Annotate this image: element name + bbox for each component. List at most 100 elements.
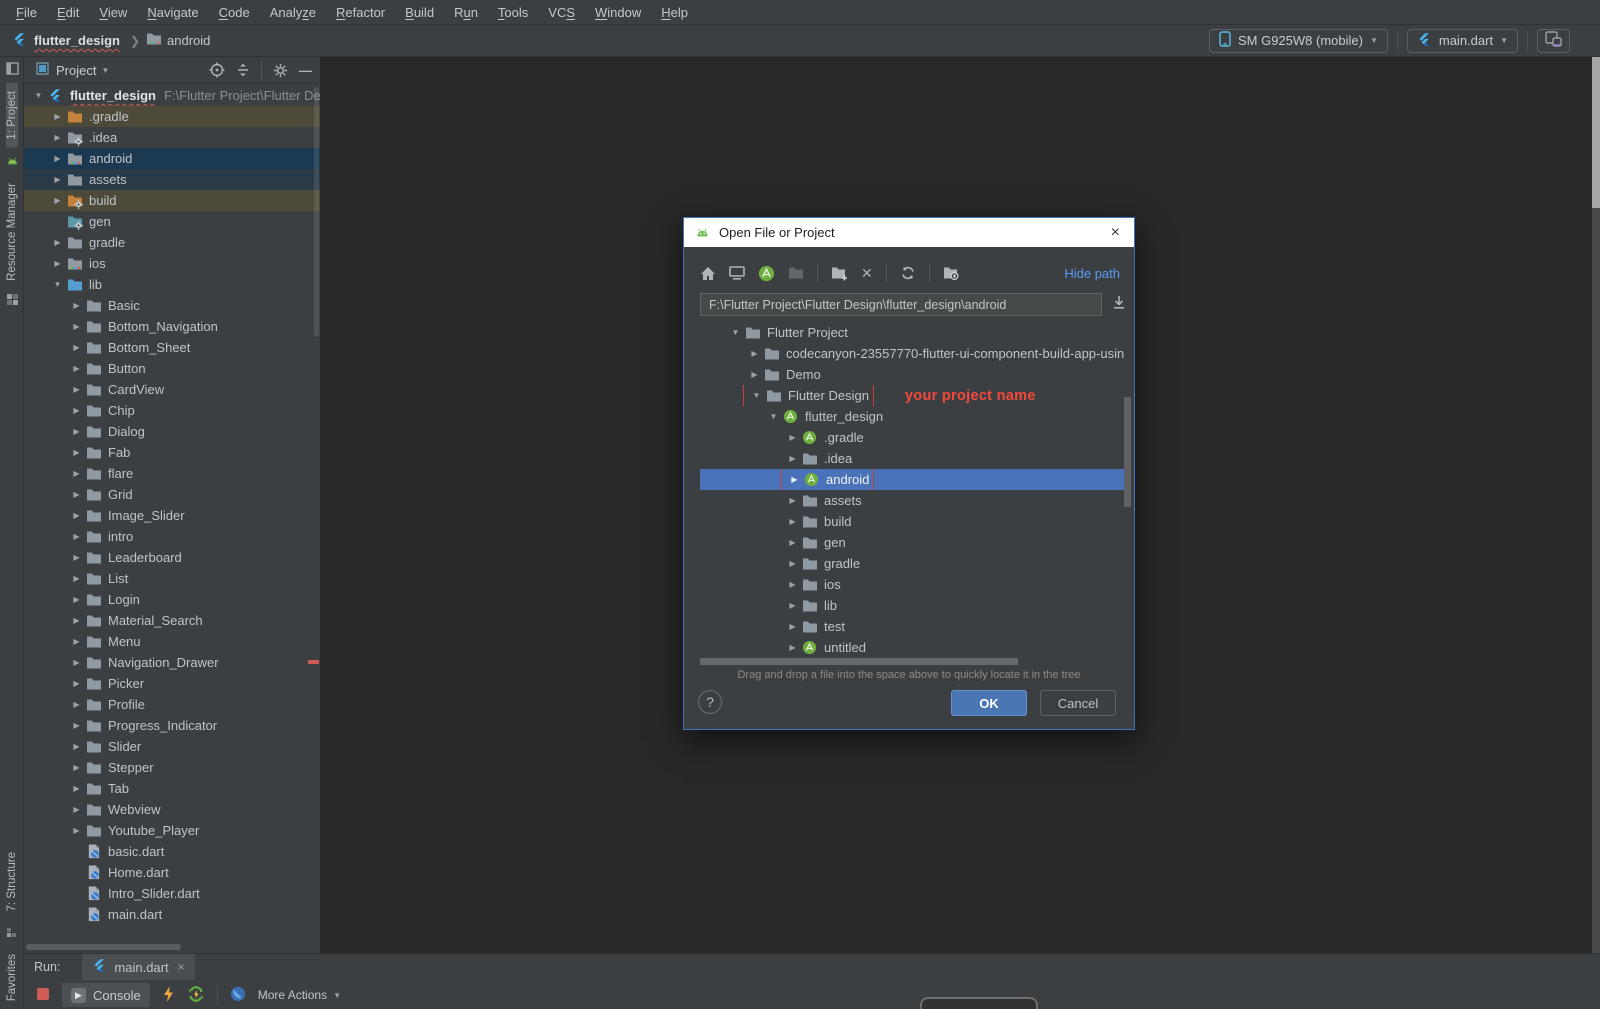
tree-row-gen[interactable]: ▶ gen <box>700 532 1130 553</box>
chevron-collapsed-icon[interactable]: ▶ <box>68 574 85 583</box>
horizontal-scrollbar[interactable] <box>700 658 1018 665</box>
chevron-collapsed-icon[interactable]: ▶ <box>68 490 85 499</box>
chevron-collapsed-icon[interactable]: ▶ <box>68 637 85 646</box>
tab-console[interactable]: ▶ Console <box>62 983 150 1007</box>
tree-row-slider[interactable]: ▶ Slider <box>24 736 320 757</box>
tree-row-intro[interactable]: ▶ intro <box>24 526 320 547</box>
collapse-all-icon[interactable] <box>236 63 250 77</box>
structure-icon[interactable] <box>6 920 19 946</box>
hide-path-link[interactable]: Hide path <box>1064 266 1120 281</box>
chevron-expanded-icon[interactable]: ▼ <box>49 280 66 289</box>
tree-row--gradle[interactable]: ▶ .gradle <box>700 427 1130 448</box>
menu-refactor[interactable]: Refactor <box>326 5 395 20</box>
tool-window-tab-favorites[interactable]: Favorites <box>6 946 18 1009</box>
chevron-collapsed-icon[interactable]: ▶ <box>49 175 66 184</box>
chevron-collapsed-icon[interactable]: ▶ <box>49 133 66 142</box>
tree-row-untitled[interactable]: ▶ untitled <box>700 637 1130 656</box>
path-history-icon[interactable] <box>1112 295 1126 313</box>
dart-devtools-icon[interactable] <box>230 986 246 1005</box>
hide-panel-icon[interactable]: — <box>299 63 312 78</box>
menu-vcs[interactable]: VCS <box>538 5 585 20</box>
chevron-collapsed-icon[interactable]: ▶ <box>68 364 85 373</box>
tree-row--gradle[interactable]: ▶ .gradle <box>24 106 320 127</box>
chevron-collapsed-icon[interactable]: ▶ <box>784 454 801 463</box>
chevron-collapsed-icon[interactable]: ▶ <box>786 475 803 484</box>
chevron-collapsed-icon[interactable]: ▶ <box>68 595 85 604</box>
menu-view[interactable]: View <box>89 5 137 20</box>
chevron-collapsed-icon[interactable]: ▶ <box>784 559 801 568</box>
breadcrumb-node[interactable]: android <box>167 33 210 48</box>
chevron-collapsed-icon[interactable]: ▶ <box>784 622 801 631</box>
tree-row-codecanyon-23557770-flutter-ui-component-build-app-usin[interactable]: ▶ codecanyon-23557770-flutter-ui-componen… <box>700 343 1130 364</box>
tree-row-grid[interactable]: ▶ Grid <box>24 484 320 505</box>
desktop-icon[interactable] <box>729 265 745 281</box>
chevron-collapsed-icon[interactable]: ▶ <box>68 448 85 457</box>
run-tab-main-dart[interactable]: main.dart × <box>82 954 195 980</box>
android-bot-icon[interactable] <box>5 148 20 175</box>
tree-row-fab[interactable]: ▶ Fab <box>24 442 320 463</box>
tree-row-webview[interactable]: ▶ Webview <box>24 799 320 820</box>
tree-row-build[interactable]: ▶ build <box>24 190 320 211</box>
chevron-collapsed-icon[interactable]: ▶ <box>49 112 66 121</box>
tree-row-assets[interactable]: ▶ assets <box>24 169 320 190</box>
tool-window-tab-resource-manager[interactable]: Resource Manager <box>6 175 18 289</box>
tree-row-youtube-player[interactable]: ▶ Youtube_Player <box>24 820 320 841</box>
tree-row-lib[interactable]: ▼ lib <box>24 274 320 295</box>
tree-row-home-dart[interactable]: Home.dart <box>24 862 320 883</box>
tree-row-basic-dart[interactable]: basic.dart <box>24 841 320 862</box>
breadcrumb-project[interactable]: flutter_design <box>34 33 120 48</box>
menu-window[interactable]: Window <box>585 5 651 20</box>
tree-row-demo[interactable]: ▶ Demo <box>700 364 1130 385</box>
chevron-collapsed-icon[interactable]: ▶ <box>68 784 85 793</box>
chevron-collapsed-icon[interactable]: ▶ <box>784 580 801 589</box>
menu-file[interactable]: File <box>6 5 47 20</box>
chevron-collapsed-icon[interactable]: ▶ <box>68 406 85 415</box>
settings-gear-icon[interactable] <box>273 63 288 78</box>
vertical-scrollbar[interactable] <box>314 87 319 337</box>
tree-row-leaderboard[interactable]: ▶ Leaderboard <box>24 547 320 568</box>
path-input[interactable]: F:\Flutter Project\Flutter Design\flutte… <box>700 293 1102 316</box>
chevron-collapsed-icon[interactable]: ▶ <box>49 154 66 163</box>
tree-row-menu[interactable]: ▶ Menu <box>24 631 320 652</box>
chevron-collapsed-icon[interactable]: ▶ <box>68 616 85 625</box>
chevron-collapsed-icon[interactable]: ▶ <box>746 370 763 379</box>
project-panel-title[interactable]: Project <box>56 63 96 78</box>
stop-button[interactable] <box>36 987 50 1004</box>
tree-row-intro-slider-dart[interactable]: Intro_Slider.dart <box>24 883 320 904</box>
chevron-collapsed-icon[interactable]: ▶ <box>68 742 85 751</box>
tree-row-navigation-drawer[interactable]: ▶ Navigation_Drawer <box>24 652 320 673</box>
chevron-collapsed-icon[interactable]: ▶ <box>68 469 85 478</box>
tree-row-test[interactable]: ▶ test <box>700 616 1130 637</box>
help-button[interactable]: ? <box>698 690 722 714</box>
chevron-collapsed-icon[interactable]: ▶ <box>784 433 801 442</box>
tree-row-chip[interactable]: ▶ Chip <box>24 400 320 421</box>
chevron-collapsed-icon[interactable]: ▶ <box>68 532 85 541</box>
chevron-collapsed-icon[interactable]: ▶ <box>746 349 763 358</box>
tree-row-button[interactable]: ▶ Button <box>24 358 320 379</box>
tool-window-tab--structure[interactable]: 7: Structure <box>6 844 18 919</box>
dialog-title-bar[interactable]: Open File or Project × <box>684 218 1134 247</box>
menu-analyze[interactable]: Analyze <box>260 5 326 20</box>
tree-row-assets[interactable]: ▶ assets <box>700 490 1130 511</box>
tree-row-flutter-design[interactable]: ▼ flutter_design F:\Flutter Project\Flutte… <box>24 85 320 106</box>
chevron-collapsed-icon[interactable]: ▶ <box>68 343 85 352</box>
chevron-collapsed-icon[interactable]: ▶ <box>49 196 66 205</box>
horizontal-scrollbar[interactable] <box>26 944 181 950</box>
tree-row-ios[interactable]: ▶ ios <box>24 253 320 274</box>
close-icon[interactable]: × <box>1107 224 1124 242</box>
chevron-collapsed-icon[interactable]: ▶ <box>784 601 801 610</box>
chevron-expanded-icon[interactable]: ▼ <box>748 391 765 400</box>
chevron-collapsed-icon[interactable]: ▶ <box>784 538 801 547</box>
chevron-collapsed-icon[interactable]: ▶ <box>68 826 85 835</box>
new-folder-icon[interactable] <box>831 266 848 281</box>
menu-build[interactable]: Build <box>395 5 444 20</box>
tree-row-flutter-design[interactable]: ▼ Flutter Design your project name <box>700 385 1130 406</box>
chevron-down-icon[interactable]: ▼ <box>101 66 109 75</box>
tree-row-android[interactable]: ▶ android <box>24 148 320 169</box>
tree-row-basic[interactable]: ▶ Basic <box>24 295 320 316</box>
chevron-collapsed-icon[interactable]: ▶ <box>68 427 85 436</box>
tree-row-cardview[interactable]: ▶ CardView <box>24 379 320 400</box>
chevron-collapsed-icon[interactable]: ▶ <box>784 643 801 652</box>
chevron-collapsed-icon[interactable]: ▶ <box>49 238 66 247</box>
tree-row-lib[interactable]: ▶ lib <box>700 595 1130 616</box>
